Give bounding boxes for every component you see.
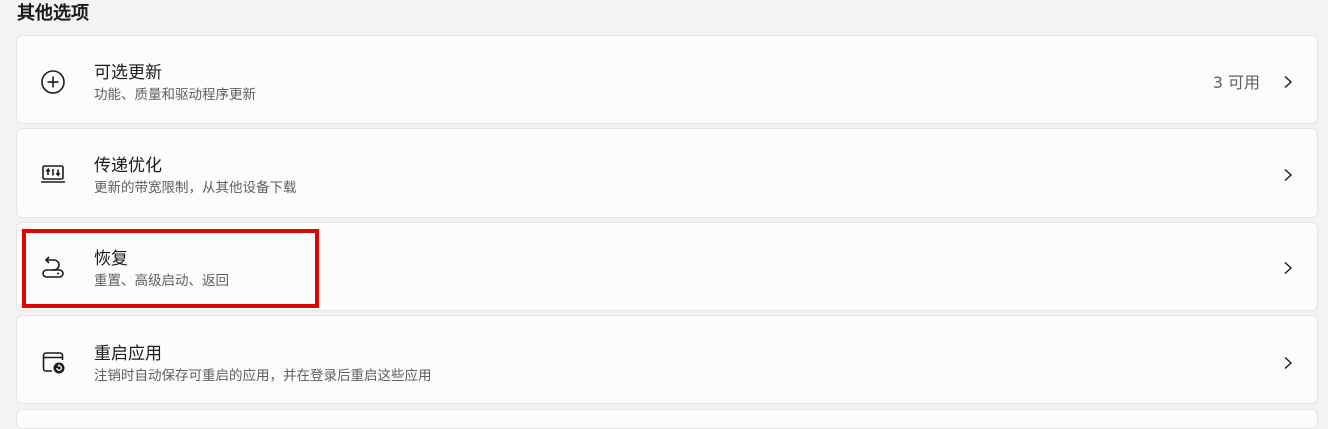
item-subtitle: 注销时自动保存可重启的应用，并在登录后重启这些应用 bbox=[94, 368, 432, 384]
chevron-right-icon bbox=[1281, 75, 1295, 89]
item-subtitle: 重置、高级启动、返回 bbox=[94, 273, 229, 289]
restart-apps-item[interactable]: 重启应用 注销时自动保存可重启的应用，并在登录后重启这些应用 bbox=[16, 315, 1318, 404]
restart-apps-icon bbox=[40, 349, 66, 375]
item-title: 可选更新 bbox=[94, 63, 162, 83]
next-item-partial[interactable] bbox=[16, 409, 1318, 429]
item-title: 传递优化 bbox=[94, 156, 162, 176]
recovery-icon bbox=[40, 254, 66, 280]
section-title: 其他选项 bbox=[17, 3, 89, 24]
optional-updates-item[interactable]: 可选更新 功能、质量和驱动程序更新 3 可用 bbox=[16, 35, 1318, 124]
chevron-right-icon bbox=[1281, 168, 1295, 182]
chevron-right-icon bbox=[1281, 261, 1295, 275]
available-count: 3 可用 bbox=[1212, 73, 1260, 92]
delivery-optimization-icon bbox=[40, 161, 66, 187]
item-subtitle: 功能、质量和驱动程序更新 bbox=[94, 87, 256, 103]
item-title: 重启应用 bbox=[94, 344, 162, 364]
plus-circle-icon bbox=[40, 69, 66, 95]
recovery-item[interactable]: 恢复 重置、高级启动、返回 bbox=[16, 222, 1318, 311]
item-subtitle: 更新的带宽限制，从其他设备下载 bbox=[94, 180, 297, 196]
item-title: 恢复 bbox=[94, 249, 128, 269]
delivery-optimization-item[interactable]: 传递优化 更新的带宽限制，从其他设备下载 bbox=[16, 128, 1318, 218]
chevron-right-icon bbox=[1281, 356, 1295, 370]
